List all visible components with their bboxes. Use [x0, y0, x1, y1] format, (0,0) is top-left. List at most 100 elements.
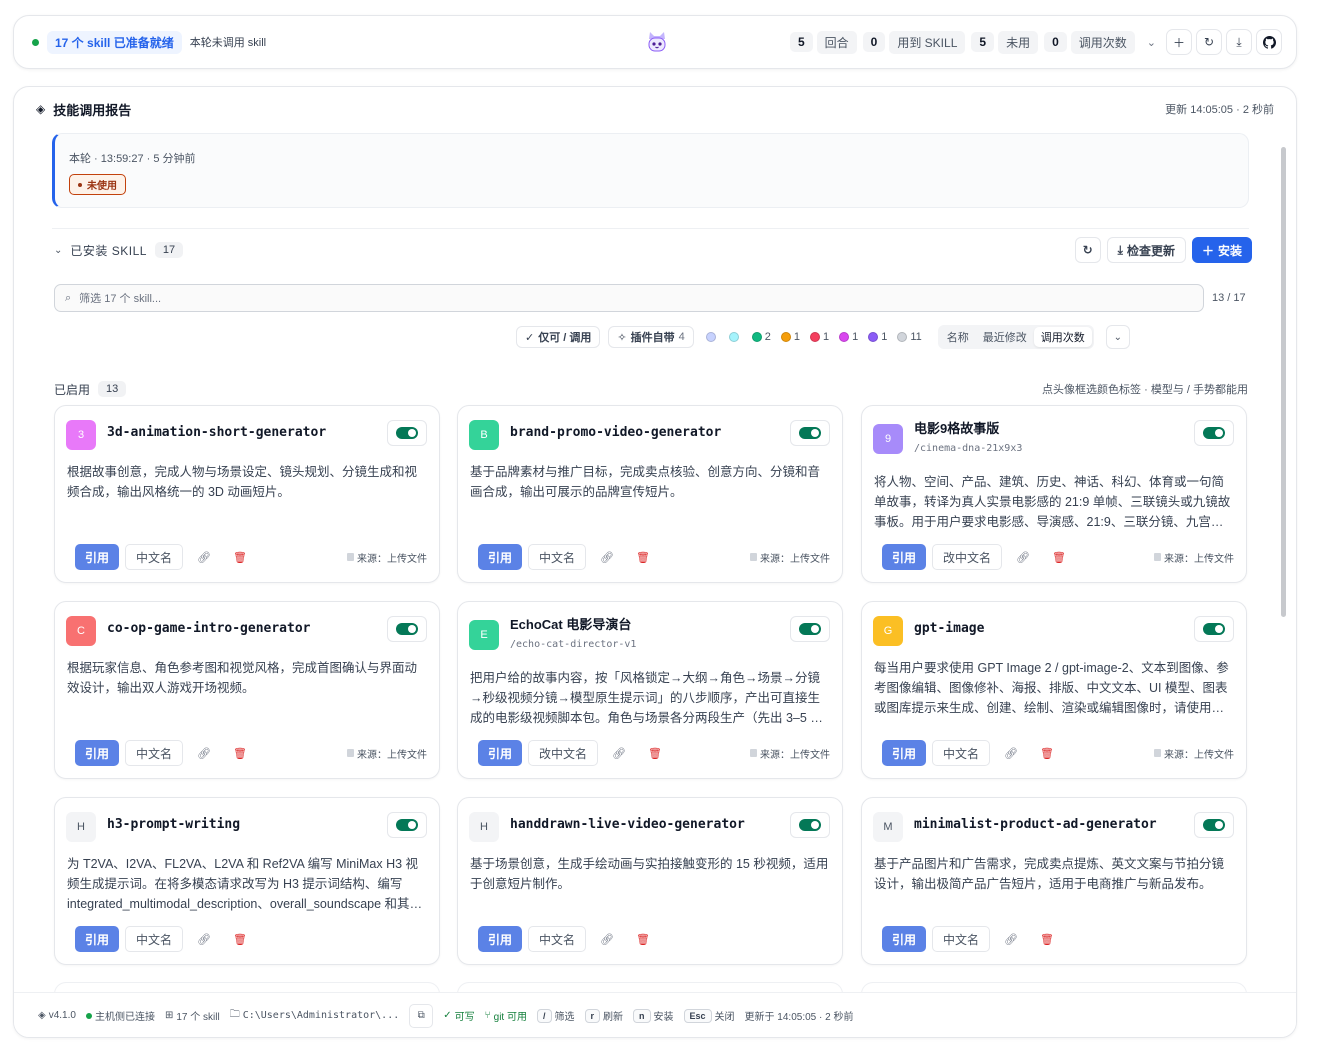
color-filter-dot[interactable]: 1 [809, 331, 829, 343]
filter-count: 13 / 17 [1212, 292, 1246, 304]
cite-button[interactable]: 引用 [882, 740, 926, 766]
check-update-button[interactable]: ⤓ 检查更新 [1106, 237, 1186, 263]
sparkle-icon: ✧ [617, 331, 627, 344]
skill-avatar[interactable]: G [873, 616, 903, 646]
skill-avatar[interactable]: M [873, 812, 903, 842]
color-filter-dot[interactable] [728, 332, 742, 342]
unused-dot-icon [78, 182, 82, 187]
skill-enable-toggle[interactable] [1194, 616, 1234, 642]
trash-icon[interactable]: 🗑︎ [648, 747, 662, 760]
skill-avatar[interactable]: H [66, 812, 96, 842]
trash-icon[interactable]: 🗑︎ [1040, 747, 1054, 760]
sort-by-name[interactable]: 名称 [940, 327, 976, 347]
refresh-button[interactable]: ↻ [1196, 29, 1222, 55]
skill-enable-toggle[interactable] [790, 616, 830, 642]
invocable-filter-chip[interactable]: ✓ 仅可 / 调用 [516, 326, 601, 348]
chinese-name-button[interactable]: 改中文名 [528, 740, 599, 766]
skill-command: /echo-cat-director-v1 [510, 639, 637, 650]
skill-description: 根据故事创意，完成人物与场景设定、镜头规划、分镜生成和视频合成，输出风格统一的 … [67, 465, 418, 499]
skill-avatar[interactable]: B [469, 420, 499, 450]
installed-header: ⌄ 已安装 SKILL 17 ↻ ⤓ 检查更新 ＋安装 [54, 235, 1252, 265]
skill-filter-input[interactable]: ⌕ 筛选 17 个 skill... [54, 284, 1204, 312]
skill-title: gpt-image [914, 621, 985, 636]
add-button[interactable]: ＋ [1166, 29, 1192, 55]
trash-icon[interactable]: 🗑︎ [233, 747, 247, 760]
chinese-name-button[interactable]: 中文名 [528, 544, 587, 570]
color-filter-dot[interactable]: 1 [868, 331, 887, 343]
trash-icon[interactable]: 🗑︎ [636, 551, 650, 564]
chinese-name-button[interactable]: 中文名 [125, 926, 184, 952]
link-icon[interactable]: 🔗︎ [1016, 551, 1030, 564]
skill-enable-toggle[interactable] [1194, 420, 1234, 446]
kbd-key: n [633, 1008, 651, 1023]
cite-button[interactable]: 引用 [882, 926, 926, 952]
connected-dot [85, 1012, 92, 1019]
cite-button[interactable]: 引用 [478, 544, 522, 570]
stat-rounds-label: 回合 [816, 30, 857, 54]
trash-icon[interactable]: 🗑︎ [1040, 933, 1054, 946]
shortcut-install: n 安装 [633, 1008, 674, 1023]
link-icon[interactable]: 🔗︎ [612, 747, 626, 760]
chinese-name-button[interactable]: 中文名 [528, 926, 587, 952]
chinese-name-button[interactable]: 中文名 [125, 740, 184, 766]
color-filter-dot[interactable]: 2 [751, 331, 771, 343]
skill-enable-toggle[interactable] [1194, 812, 1234, 838]
skill-avatar[interactable]: E [469, 620, 499, 650]
cite-button[interactable]: 引用 [75, 740, 119, 766]
skill-enable-toggle[interactable] [387, 616, 427, 642]
sort-direction-chevron-icon[interactable]: ⌄ [1105, 325, 1130, 349]
github-button[interactable] [1256, 29, 1282, 55]
skill-avatar[interactable]: H [469, 812, 499, 842]
sort-by-modified[interactable]: 最近修改 [976, 327, 1034, 347]
color-filter-dot[interactable]: 1 [839, 331, 858, 343]
skill-enable-toggle[interactable] [387, 812, 427, 838]
download-button[interactable]: ⤓ [1226, 29, 1252, 55]
skill-title: h3-prompt-writing [107, 817, 241, 832]
skill-avatar[interactable]: 9 [873, 424, 903, 454]
plus-icon: ＋ [1172, 35, 1185, 50]
scrollbar[interactable] [1281, 147, 1286, 617]
skill-enable-toggle[interactable] [790, 812, 830, 838]
color-filter-dot[interactable] [705, 332, 719, 342]
chinese-name-button[interactable]: 改中文名 [932, 544, 1003, 570]
trash-icon[interactable]: 🗑︎ [233, 933, 247, 946]
file-icon [347, 749, 354, 757]
trash-icon[interactable]: 🗑︎ [233, 551, 247, 564]
skill-enable-toggle[interactable] [387, 420, 427, 446]
check-update-label: 检查更新 [1126, 243, 1175, 258]
link-icon[interactable]: 🔗︎ [197, 747, 211, 760]
cite-button[interactable]: 引用 [882, 544, 926, 570]
chinese-name-button[interactable]: 中文名 [932, 926, 991, 952]
cite-button[interactable]: 引用 [75, 926, 119, 952]
copy-path-button[interactable]: ⧉ [409, 1003, 434, 1028]
grid-icon: ⊞ [164, 1010, 174, 1021]
cite-button[interactable]: 引用 [478, 926, 522, 952]
link-icon[interactable]: 🔗︎ [197, 551, 211, 564]
cite-button[interactable]: 引用 [478, 740, 522, 766]
link-icon[interactable]: 🔗︎ [197, 933, 211, 946]
expand-chevron-down-icon[interactable]: ⌄ [1147, 36, 1156, 49]
skill-avatar[interactable]: C [66, 616, 96, 646]
link-icon[interactable]: 🔗︎ [600, 551, 614, 564]
trash-icon[interactable]: 🗑︎ [1052, 551, 1066, 564]
skill-card: Hhanddrawn-live-video-generator 基于场景创意，生成… [457, 797, 843, 965]
cite-button[interactable]: 引用 [75, 544, 119, 570]
collapse-chevron-icon[interactable]: ⌄ [54, 245, 62, 256]
color-filter-dot[interactable]: 11 [897, 331, 922, 343]
panel-updated-time: 更新 14:05:05 · 2 秒前 [1165, 104, 1274, 116]
sort-by-calls[interactable]: 调用次数 [1033, 327, 1092, 347]
stat-unused-value: 5 [971, 32, 995, 52]
link-icon[interactable]: 🔗︎ [1004, 933, 1018, 946]
skill-enable-toggle[interactable] [790, 420, 830, 446]
trash-icon[interactable]: 🗑︎ [636, 933, 650, 946]
link-icon[interactable]: 🔗︎ [1004, 747, 1018, 760]
skill-avatar[interactable]: 3 [66, 420, 96, 450]
reload-button[interactable]: ↻ [1074, 237, 1101, 263]
link-icon[interactable]: 🔗︎ [600, 933, 614, 946]
chinese-name-button[interactable]: 中文名 [932, 740, 991, 766]
install-button[interactable]: ＋安装 [1191, 237, 1252, 263]
color-swatch-icon [728, 332, 739, 342]
plugin-filter-chip[interactable]: ✧ 插件自带 4 [608, 326, 694, 348]
chinese-name-button[interactable]: 中文名 [125, 544, 184, 570]
color-filter-dot[interactable]: 1 [780, 331, 800, 343]
